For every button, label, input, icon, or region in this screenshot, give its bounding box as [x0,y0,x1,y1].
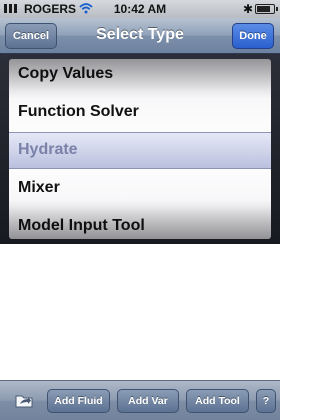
folder-share-icon[interactable] [14,390,34,410]
battery-icon [255,4,278,14]
help-button[interactable]: ? [256,389,276,413]
battery-level [257,6,270,12]
add-fluid-button[interactable]: Add Fluid [47,389,110,413]
bluetooth-icon: ✱ [243,2,254,16]
picker-item-selected[interactable]: Hydrate [9,131,271,169]
picker-item[interactable]: Function Solver [9,93,271,131]
picker-item[interactable]: Copy Values [9,59,271,93]
add-var-button[interactable]: Add Var [117,389,179,413]
bottom-toolbar: Add Fluid Add Var Add Tool ? [0,380,280,420]
picker-item[interactable]: Model Input Tool [9,207,271,239]
picker-wheel[interactable]: Copy Values Function Solver Hydrate Mixe… [9,59,271,239]
status-bar: ROGERS 10:42 AM ✱ [0,0,280,18]
type-picker: Copy Values Function Solver Hydrate Mixe… [0,54,280,244]
done-button[interactable]: Done [232,23,274,49]
picker-item[interactable]: Mixer [9,169,271,207]
nav-bar: Cancel Select Type Done [0,18,280,54]
add-tool-button[interactable]: Add Tool [186,389,249,413]
clock: 10:42 AM [113,2,167,16]
